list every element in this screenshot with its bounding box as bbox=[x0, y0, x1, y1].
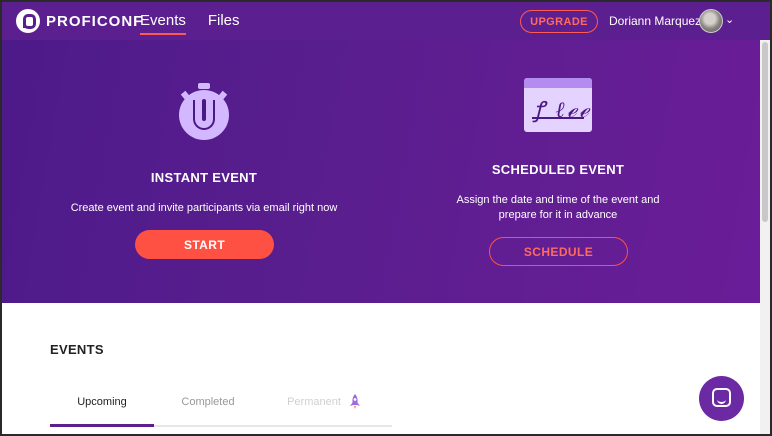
nav-files[interactable]: Files bbox=[208, 12, 240, 33]
scrollbar-thumb[interactable] bbox=[762, 42, 768, 222]
start-button[interactable]: START bbox=[135, 230, 274, 259]
brand-name: PROFICONF bbox=[46, 12, 144, 30]
instant-event-description: Create event and invite participants via… bbox=[70, 202, 338, 214]
chat-button[interactable] bbox=[699, 376, 744, 421]
scheduled-event-description-line2: prepare for it in advance bbox=[498, 209, 618, 221]
chevron-down-icon[interactable]: ⌄ bbox=[725, 13, 734, 26]
stopwatch-icon bbox=[179, 83, 229, 140]
proficonf-logo-icon bbox=[16, 9, 40, 33]
scheduled-event-description-line1: Assign the date and time of the event an… bbox=[456, 194, 660, 206]
top-navbar: PROFICONF Events Files UPGRADE Doriann M… bbox=[2, 2, 770, 40]
events-tabs: Upcoming Completed Permanent bbox=[50, 390, 392, 427]
scheduled-event-title: SCHEDULED EVENT bbox=[491, 162, 625, 177]
hero-banner: INSTANT EVENT Create event and invite pa… bbox=[2, 40, 760, 303]
chat-icon bbox=[712, 388, 731, 407]
signature-calendar-icon: ꝭ ℓℯℯ bbox=[524, 78, 592, 132]
calendar-header-bar bbox=[524, 78, 592, 88]
tab-upcoming[interactable]: Upcoming bbox=[50, 396, 154, 408]
user-name[interactable]: Doriann Marquez bbox=[609, 14, 701, 28]
active-tab-indicator bbox=[50, 424, 154, 427]
signature-glyph: ꝭ ℓℯℯ bbox=[534, 98, 591, 123]
app-window: PROFICONF Events Files UPGRADE Doriann M… bbox=[0, 0, 772, 436]
tab-completed[interactable]: Completed bbox=[156, 396, 260, 408]
stopwatch-knob-right bbox=[218, 90, 228, 100]
main-nav: Events Files bbox=[140, 12, 240, 35]
stopwatch-knob-left bbox=[180, 90, 190, 100]
avatar[interactable] bbox=[699, 9, 723, 33]
signature-line bbox=[532, 117, 584, 119]
logo[interactable]: PROFICONF bbox=[16, 9, 143, 33]
stopwatch-hand bbox=[202, 99, 206, 121]
instant-event-title: INSTANT EVENT bbox=[150, 170, 258, 185]
schedule-button[interactable]: SCHEDULE bbox=[489, 237, 628, 266]
events-heading: EVENTS bbox=[50, 342, 104, 357]
rocket-icon bbox=[350, 394, 360, 409]
upgrade-button[interactable]: UPGRADE bbox=[520, 10, 598, 33]
nav-events[interactable]: Events bbox=[140, 12, 186, 35]
